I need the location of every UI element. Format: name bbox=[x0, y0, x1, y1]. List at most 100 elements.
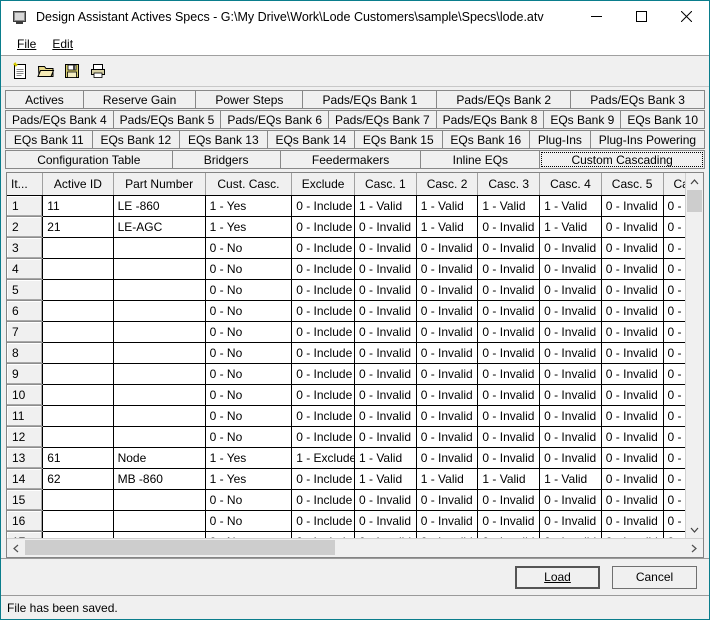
cell-casc-3[interactable]: 0 - Invalid bbox=[477, 384, 541, 406]
tab-pads-eqs-bank-8[interactable]: Pads/EQs Bank 8 bbox=[435, 110, 544, 129]
cell-cust-casc[interactable]: 0 - No bbox=[205, 237, 293, 259]
row-header-cell[interactable]: 7 bbox=[7, 321, 44, 343]
cell-active-id[interactable] bbox=[42, 258, 114, 280]
cell-casc-4[interactable]: 0 - Invalid bbox=[539, 342, 602, 364]
menu-edit[interactable]: Edit bbox=[44, 35, 81, 53]
table-row[interactable]: 10 0 - No 0 - Include 0 - Invalid 0 - Invali… bbox=[7, 384, 685, 406]
cell-casc-4[interactable]: 0 - Invalid bbox=[539, 510, 602, 532]
cell-exclude[interactable]: 0 - Include bbox=[291, 237, 355, 259]
save-disk-icon[interactable] bbox=[59, 58, 85, 84]
column-header-casc-5[interactable]: Casc. 5 bbox=[601, 173, 664, 196]
chevron-left-icon[interactable] bbox=[7, 539, 25, 557]
cell-casc-1[interactable]: 0 - Invalid bbox=[354, 237, 417, 259]
cell-casc-3[interactable]: 0 - Invalid bbox=[477, 342, 541, 364]
cell-casc-2[interactable]: 0 - Invalid bbox=[416, 384, 479, 406]
chevron-right-icon[interactable] bbox=[685, 539, 703, 557]
chevron-down-icon[interactable] bbox=[686, 521, 703, 538]
horizontal-scrollbar-thumb[interactable] bbox=[25, 540, 335, 555]
cell-casc-6[interactable]: 0 - Invalid bbox=[663, 447, 685, 469]
tab-eqs-bank-13[interactable]: EQs Bank 13 bbox=[179, 130, 267, 149]
cell-active-id[interactable] bbox=[42, 279, 114, 301]
cell-cust-casc[interactable]: 0 - No bbox=[205, 384, 293, 406]
cell-casc-4[interactable]: 0 - Invalid bbox=[539, 321, 602, 343]
cell-casc-4[interactable]: 0 - Invalid bbox=[539, 237, 602, 259]
column-header-casc-3[interactable]: Casc. 3 bbox=[477, 173, 541, 196]
cell-casc-5[interactable]: 0 - Invalid bbox=[601, 363, 664, 385]
cell-exclude[interactable]: 0 - Include bbox=[291, 363, 355, 385]
cell-part-number[interactable] bbox=[113, 321, 206, 343]
cell-cust-casc[interactable]: 0 - No bbox=[205, 321, 293, 343]
vertical-scrollbar[interactable] bbox=[685, 173, 703, 538]
cell-cust-casc[interactable]: 1 - Yes bbox=[205, 195, 293, 217]
cell-part-number[interactable]: MB -860 bbox=[113, 468, 206, 490]
tab-configuration-table[interactable]: Configuration Table bbox=[5, 150, 172, 169]
tab-eqs-bank-11[interactable]: EQs Bank 11 bbox=[5, 130, 92, 149]
cell-part-number[interactable] bbox=[113, 489, 206, 511]
cell-casc-5[interactable]: 0 - Invalid bbox=[601, 237, 664, 259]
tab-eqs-bank-12[interactable]: EQs Bank 12 bbox=[91, 130, 180, 149]
cell-casc-3[interactable]: 1 - Valid bbox=[477, 468, 541, 490]
cell-part-number[interactable] bbox=[113, 342, 206, 364]
cell-casc-4[interactable]: 0 - Invalid bbox=[539, 363, 602, 385]
row-header-cell[interactable]: 10 bbox=[7, 384, 44, 406]
column-header-casc-2[interactable]: Casc. 2 bbox=[416, 173, 479, 196]
cell-casc-2[interactable]: 0 - Invalid bbox=[416, 489, 479, 511]
cell-casc-4[interactable]: 0 - Invalid bbox=[539, 384, 602, 406]
table-row[interactable]: 16 0 - No 0 - Include 0 - Invalid 0 - Invali… bbox=[7, 510, 685, 532]
cell-casc-2[interactable]: 0 - Invalid bbox=[416, 300, 479, 322]
horizontal-scrollbar[interactable] bbox=[7, 538, 703, 557]
cell-casc-3[interactable]: 0 - Invalid bbox=[477, 510, 541, 532]
tab-reserve-gain[interactable]: Reserve Gain bbox=[82, 90, 196, 109]
cell-casc-3[interactable]: 0 - Invalid bbox=[477, 321, 541, 343]
vertical-scrollbar-track[interactable] bbox=[686, 190, 703, 521]
cell-exclude[interactable]: 0 - Include bbox=[291, 489, 355, 511]
cell-casc-2[interactable]: 0 - Invalid bbox=[416, 321, 479, 343]
cell-casc-6[interactable]: 0 - Invalid bbox=[663, 531, 685, 538]
cell-casc-1[interactable]: 0 - Invalid bbox=[354, 426, 417, 448]
cell-exclude[interactable]: 0 - Include bbox=[291, 279, 355, 301]
cell-casc-3[interactable]: 0 - Invalid bbox=[477, 363, 541, 385]
table-row[interactable]: 40 - No 0 - Include 0 - Invalid 0 - Invalid… bbox=[7, 258, 685, 280]
cell-casc-3[interactable]: 1 - Valid bbox=[477, 195, 541, 217]
cell-casc-1[interactable]: 0 - Invalid bbox=[354, 405, 417, 427]
cell-cust-casc[interactable]: 0 - No bbox=[205, 531, 293, 538]
chevron-up-icon[interactable] bbox=[686, 173, 703, 190]
table-row[interactable]: 1 11 LE -860 1 - Yes 0 - Include 1 - Valid 1 -… bbox=[7, 195, 685, 217]
cell-cust-casc[interactable]: 0 - No bbox=[205, 363, 293, 385]
cell-casc-6[interactable]: 0 - Invalid bbox=[663, 237, 685, 259]
cell-exclude[interactable]: 0 - Include bbox=[291, 384, 355, 406]
cell-casc-6[interactable]: 0 - Invalid bbox=[663, 510, 685, 532]
row-header-cell[interactable]: 1 bbox=[7, 195, 44, 217]
load-button[interactable]: Load bbox=[515, 565, 600, 589]
row-header-cell[interactable]: 17 bbox=[7, 531, 44, 538]
cell-casc-3[interactable]: 0 - Invalid bbox=[477, 258, 541, 280]
cell-cust-casc[interactable]: 0 - No bbox=[205, 279, 293, 301]
column-header-part-number[interactable]: Part Number bbox=[113, 173, 206, 196]
column-header-cust-casc[interactable]: Cust. Casc. bbox=[205, 173, 293, 196]
table-row[interactable]: 50 - No 0 - Include 0 - Invalid 0 - Invalid… bbox=[7, 279, 685, 301]
cell-casc-5[interactable]: 0 - Invalid bbox=[601, 258, 664, 280]
cell-casc-5[interactable]: 0 - Invalid bbox=[601, 384, 664, 406]
cell-casc-5[interactable]: 0 - Invalid bbox=[601, 468, 664, 490]
tab-pads-eqs-bank-4[interactable]: Pads/EQs Bank 4 bbox=[5, 110, 113, 129]
cell-part-number[interactable]: Node bbox=[113, 447, 206, 469]
cell-casc-4[interactable]: 1 - Valid bbox=[539, 216, 602, 238]
cell-casc-2[interactable]: 0 - Invalid bbox=[416, 426, 479, 448]
cell-casc-3[interactable]: 0 - Invalid bbox=[477, 489, 541, 511]
table-row[interactable]: 11 0 - No 0 - Include 0 - Invalid 0 - Invali… bbox=[7, 405, 685, 427]
cell-casc-6[interactable]: 0 - Invalid bbox=[663, 216, 685, 238]
row-header-cell[interactable]: 16 bbox=[7, 510, 44, 532]
cell-part-number[interactable] bbox=[113, 384, 206, 406]
row-header-cell[interactable]: 11 bbox=[7, 405, 44, 427]
table-row[interactable]: 12 0 - No 0 - Include 0 - Invalid 0 - Invali… bbox=[7, 426, 685, 448]
cell-cust-casc[interactable]: 0 - No bbox=[205, 426, 293, 448]
cell-casc-5[interactable]: 0 - Invalid bbox=[601, 300, 664, 322]
cell-casc-6[interactable]: 0 - Invalid bbox=[663, 321, 685, 343]
column-header-exclude[interactable]: Exclude bbox=[291, 173, 355, 196]
cell-casc-2[interactable]: 0 - Invalid bbox=[416, 405, 479, 427]
cell-casc-5[interactable]: 0 - Invalid bbox=[601, 489, 664, 511]
cell-casc-4[interactable]: 0 - Invalid bbox=[539, 405, 602, 427]
tab-eqs-bank-14[interactable]: EQs Bank 14 bbox=[266, 130, 355, 149]
tab-pads-eqs-bank-2[interactable]: Pads/EQs Bank 2 bbox=[436, 90, 571, 109]
cell-casc-1[interactable]: 0 - Invalid bbox=[354, 258, 417, 280]
